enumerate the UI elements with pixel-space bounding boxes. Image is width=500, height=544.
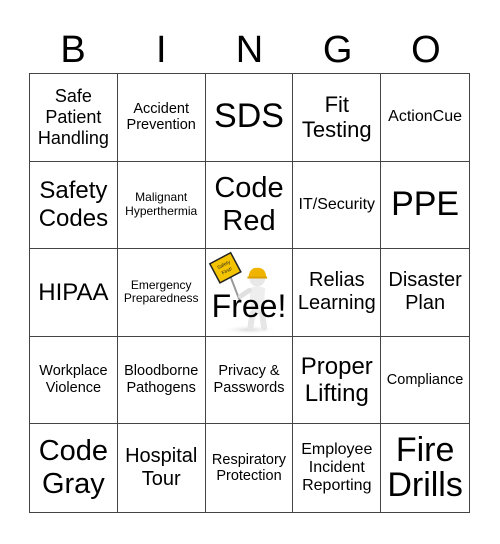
- free-space[interactable]: Safety First! Free!: [205, 249, 294, 337]
- bingo-cell[interactable]: SDS: [205, 74, 294, 162]
- bingo-cell[interactable]: Hospital Tour: [118, 424, 206, 512]
- bingo-cell[interactable]: Safe Patient Handling: [30, 74, 118, 162]
- bingo-cell[interactable]: IT/Security: [293, 161, 382, 250]
- header-letter-b: B: [60, 29, 86, 71]
- bingo-cell[interactable]: Fit Testing: [293, 74, 382, 162]
- header-letter-n: N: [235, 29, 264, 71]
- bingo-cell[interactable]: Compliance: [381, 337, 469, 425]
- bingo-cell[interactable]: Bloodborne Pathogens: [117, 336, 206, 425]
- bingo-header: B I N G O: [29, 28, 470, 72]
- header-letter-o: O: [411, 29, 441, 71]
- bingo-cell[interactable]: Relias Learning: [293, 249, 382, 337]
- bingo-card: Safe Patient Handling Accident Preventio…: [29, 73, 470, 513]
- bingo-cell[interactable]: PPE: [381, 162, 469, 250]
- bingo-cell[interactable]: Code Gray: [30, 424, 118, 512]
- header-letter-i: I: [156, 29, 167, 71]
- bingo-cell[interactable]: Privacy & Passwords: [205, 336, 294, 425]
- bingo-cell[interactable]: Safety Codes: [30, 161, 118, 250]
- bingo-cell[interactable]: Proper Lifting: [293, 336, 382, 425]
- bingo-cell[interactable]: Accident Prevention: [117, 74, 206, 162]
- bingo-cell[interactable]: Code Red: [205, 161, 294, 250]
- bingo-cell[interactable]: Workplace Violence: [30, 336, 118, 425]
- bingo-cell[interactable]: HIPAA: [30, 249, 118, 337]
- bingo-cell[interactable]: Respiratory Protection: [206, 424, 294, 512]
- header-letter-g: G: [322, 29, 353, 71]
- bingo-cell[interactable]: Disaster Plan: [381, 249, 469, 337]
- bingo-cell[interactable]: Fire Drills: [381, 424, 469, 512]
- bingo-cell[interactable]: Malignant Hyperthermia: [117, 161, 206, 250]
- bingo-cell[interactable]: Employee Incident Reporting: [293, 424, 382, 512]
- bingo-cell[interactable]: Emergency Preparedness: [117, 249, 206, 337]
- bingo-cell[interactable]: ActionCue: [381, 74, 469, 162]
- free-space-label: Free!: [211, 288, 287, 325]
